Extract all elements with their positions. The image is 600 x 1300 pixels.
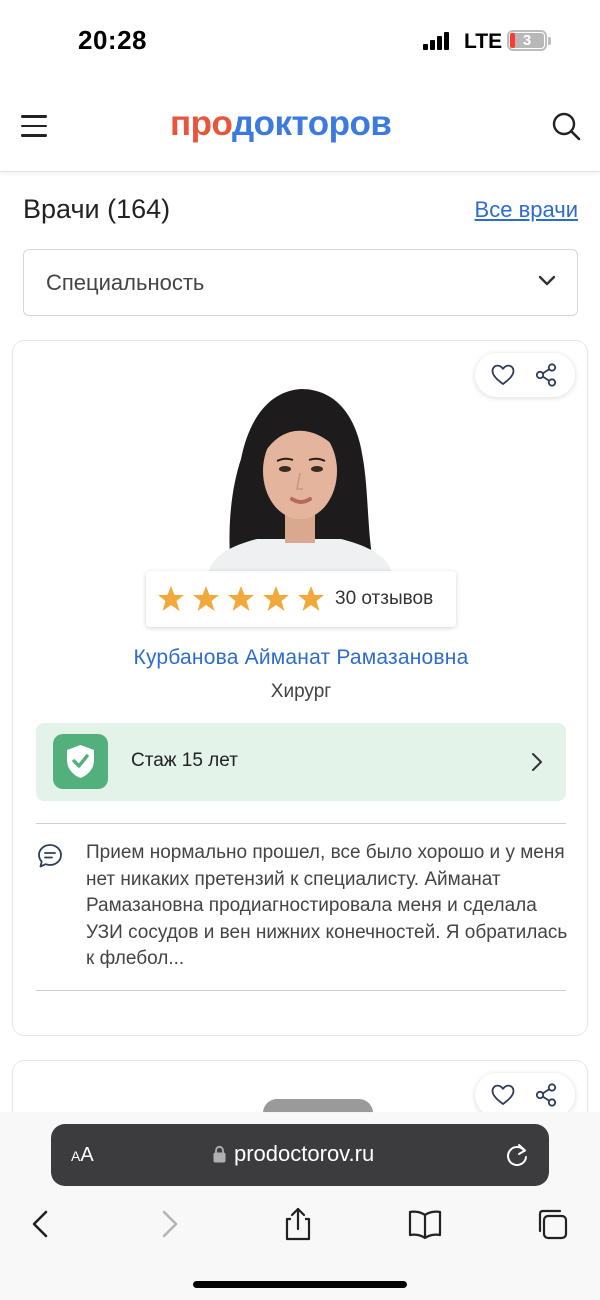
rating-stars [158,586,324,611]
doctors-heading-row: Врачи (164) Все врачи [23,190,578,230]
back-icon[interactable] [22,1207,58,1241]
specialty-select[interactable]: Специальность [23,249,578,316]
logo-part-doctorov: докторов [231,104,392,143]
review-divider-top [36,823,566,824]
network-label: LTE [464,30,503,53]
doctor-specialty: Хирург [270,681,332,702]
doctor-photo [199,379,399,571]
hamburger-menu-icon[interactable] [21,115,47,137]
favorite-heart-icon[interactable] [491,1084,515,1106]
doctor-name-link[interactable]: Курбанова Айманат Рамазановна [13,646,589,670]
battery-level: 3 [522,32,532,49]
logo-part-pro: про [170,104,232,143]
home-indicator[interactable] [193,1281,407,1288]
specialty-select-label: Специальность [46,270,205,295]
url-text: prodoctorov.ru [234,1141,375,1166]
review-divider-bottom [36,990,566,991]
share-sheet-icon[interactable] [280,1207,316,1241]
experience-row[interactable]: Стаж 15 лет [36,723,566,801]
aa-large: A [80,1144,94,1166]
address-bar[interactable]: AA prodoctorov.ru [51,1124,549,1186]
battery-icon: 3 [507,30,547,51]
chevron-right-icon [532,753,542,771]
experience-text: Стаж 15 лет [131,750,238,771]
text-size-button[interactable]: AA [71,1144,94,1167]
share-icon[interactable] [535,363,557,387]
experience-badge [53,734,108,789]
aa-small: A [71,1148,81,1164]
search-icon[interactable] [551,111,581,141]
reload-icon[interactable] [505,1142,529,1168]
signal-icon [423,32,453,50]
bookmarks-icon[interactable] [407,1207,443,1241]
tabs-icon[interactable] [535,1207,571,1241]
forward-icon[interactable] [152,1207,188,1241]
review-snippet[interactable]: Прием нормально прошел, все было хорошо … [86,840,571,973]
lock-icon [213,1145,226,1163]
chevron-down-icon [538,275,556,286]
doctor-photo-next [263,1099,373,1113]
card-actions-next [475,1073,575,1117]
doctor-card[interactable]: 30 отзывов Курбанова Айманат Рамазановна… [12,340,588,1036]
rating-box[interactable]: 30 отзывов [146,571,456,627]
favorite-heart-icon[interactable] [491,364,515,386]
comment-icon [38,844,62,868]
card-actions [475,353,575,397]
share-icon[interactable] [535,1083,557,1107]
all-doctors-link[interactable]: Все врачи [475,197,578,223]
browser-toolbar: AA prodoctorov.ru [0,1112,600,1300]
reviews-count: 30 отзывов [335,588,434,609]
shield-check-icon [67,745,94,778]
site-header: продокторов [0,84,600,172]
page-title: Врачи (164) [23,194,171,224]
status-bar: 20:28 LTE 3 [0,0,600,84]
battery-cap [548,37,551,45]
site-logo[interactable]: продокторов [170,104,392,144]
status-time: 20:28 [78,25,147,55]
